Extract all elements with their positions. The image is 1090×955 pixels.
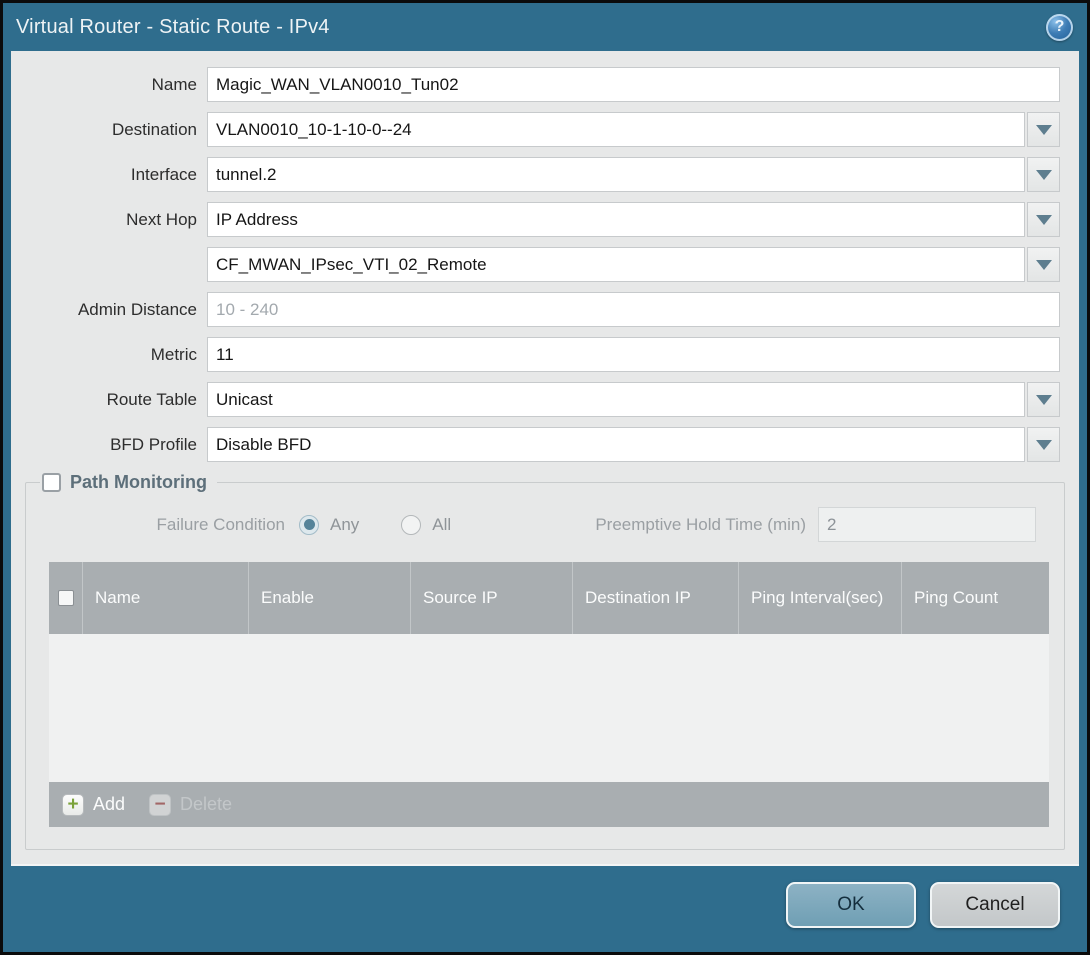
destination-input[interactable] (207, 112, 1025, 147)
interface-dropdown-button[interactable] (1027, 157, 1060, 192)
table-header-select-cell (49, 562, 82, 634)
chevron-down-icon (1036, 215, 1052, 225)
title-bar: Virtual Router - Static Route - IPv4 ? (3, 3, 1087, 51)
interface-input[interactable] (207, 157, 1025, 192)
delete-button[interactable]: − Delete (149, 794, 232, 816)
path-monitoring-controls: Failure Condition Any All Preemptive Hol… (34, 507, 1056, 542)
path-monitoring-checkbox[interactable] (42, 473, 61, 492)
chevron-down-icon (1036, 395, 1052, 405)
failure-condition-label: Failure Condition (34, 515, 299, 535)
chevron-down-icon (1036, 170, 1052, 180)
table-header-row: Name Enable Source IP Destination IP Pin… (49, 562, 1049, 634)
delete-button-label: Delete (180, 794, 232, 815)
route-table-dropdown-button[interactable] (1027, 382, 1060, 417)
admin-distance-input[interactable] (207, 292, 1060, 327)
destination-label: Destination (11, 120, 207, 140)
chevron-down-icon (1036, 440, 1052, 450)
column-header-destination-ip: Destination IP (572, 562, 738, 634)
path-monitoring-section: Path Monitoring Failure Condition Any Al… (25, 472, 1065, 850)
table-body-empty (49, 634, 1049, 782)
chevron-down-icon (1036, 260, 1052, 270)
form-row-next-hop-address (11, 247, 1060, 282)
table-toolbar: + Add − Delete (49, 782, 1049, 827)
next-hop-address-dropdown-button[interactable] (1027, 247, 1060, 282)
column-header-source-ip: Source IP (410, 562, 572, 634)
radio-all-label: All (432, 515, 451, 535)
name-label: Name (11, 75, 207, 95)
dialog-footer: OK Cancel (3, 866, 1087, 952)
column-header-ping-interval: Ping Interval(sec) (738, 562, 901, 634)
form-row-bfd-profile: BFD Profile (11, 427, 1060, 462)
destination-dropdown-button[interactable] (1027, 112, 1060, 147)
radio-all[interactable] (401, 515, 421, 535)
dialog-content: Name Destination Interface (11, 51, 1079, 866)
plus-icon: + (62, 794, 84, 816)
form-row-admin-distance: Admin Distance (11, 292, 1060, 327)
add-button[interactable]: + Add (62, 794, 125, 816)
minus-icon: − (149, 794, 171, 816)
bfd-profile-input[interactable] (207, 427, 1025, 462)
name-input[interactable] (207, 67, 1060, 102)
route-table-label: Route Table (11, 390, 207, 410)
column-header-name: Name (82, 562, 248, 634)
help-icon: ? (1055, 18, 1065, 36)
radio-any[interactable] (299, 515, 319, 535)
next-hop-address-input[interactable] (207, 247, 1025, 282)
form-row-next-hop: Next Hop (11, 202, 1060, 237)
admin-distance-label: Admin Distance (11, 300, 207, 320)
select-all-checkbox[interactable] (58, 590, 74, 606)
ok-button[interactable]: OK (786, 882, 916, 928)
next-hop-type-dropdown-button[interactable] (1027, 202, 1060, 237)
failure-condition-option-any: Any (299, 515, 359, 535)
add-button-label: Add (93, 794, 125, 815)
monitor-destinations-table: Name Enable Source IP Destination IP Pin… (49, 562, 1049, 827)
next-hop-type-input[interactable] (207, 202, 1025, 237)
form-row-interface: Interface (11, 157, 1060, 192)
form-row-name: Name (11, 67, 1060, 102)
next-hop-label: Next Hop (11, 210, 207, 230)
column-header-ping-count: Ping Count (901, 562, 1049, 634)
preemptive-hold-time-input[interactable] (818, 507, 1036, 542)
interface-label: Interface (11, 165, 207, 185)
chevron-down-icon (1036, 125, 1052, 135)
route-table-input[interactable] (207, 382, 1025, 417)
virtual-router-static-route-dialog: Virtual Router - Static Route - IPv4 ? N… (0, 0, 1090, 955)
form-row-metric: Metric (11, 337, 1060, 372)
dialog-title: Virtual Router - Static Route - IPv4 (16, 16, 1046, 39)
path-monitoring-label: Path Monitoring (70, 472, 207, 493)
form-row-destination: Destination (11, 112, 1060, 147)
form-row-route-table: Route Table (11, 382, 1060, 417)
path-monitoring-legend: Path Monitoring (40, 472, 217, 493)
column-header-enable: Enable (248, 562, 410, 634)
bfd-profile-dropdown-button[interactable] (1027, 427, 1060, 462)
preemptive-hold-time-label: Preemptive Hold Time (min) (595, 515, 818, 535)
radio-any-label: Any (330, 515, 359, 535)
help-button[interactable]: ? (1046, 14, 1073, 41)
cancel-button[interactable]: Cancel (930, 882, 1060, 928)
metric-label: Metric (11, 345, 207, 365)
bfd-profile-label: BFD Profile (11, 435, 207, 455)
failure-condition-option-all: All (401, 515, 451, 535)
failure-condition-radio-group: Any All (299, 515, 451, 535)
metric-input[interactable] (207, 337, 1060, 372)
